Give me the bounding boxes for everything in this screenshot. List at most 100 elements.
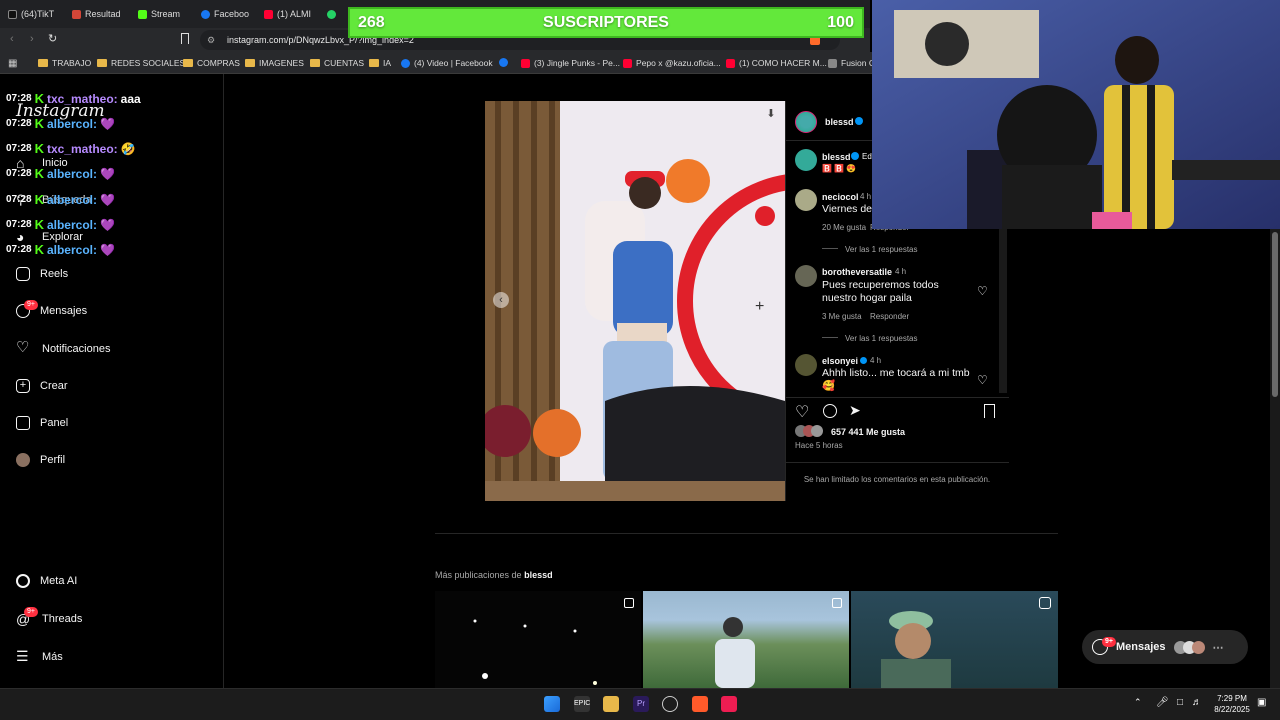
premiere-icon[interactable]: Pr: [633, 696, 649, 712]
more-post-thumb[interactable]: [851, 591, 1058, 688]
kick-badge-icon: K: [34, 217, 44, 232]
more-post-thumb[interactable]: [435, 591, 641, 688]
comment-icon[interactable]: [823, 404, 837, 418]
tab-kick[interactable]: Stream: [138, 5, 180, 23]
post-time: Hace 5 horas: [795, 441, 843, 450]
bookmark-icon[interactable]: [181, 33, 189, 44]
author-username[interactable]: blessd: [825, 117, 854, 127]
microphone-icon[interactable]: 🎤︎: [1156, 697, 1169, 708]
post-photo[interactable]: [485, 101, 785, 501]
tab-facebook[interactable]: Faceboo: [201, 5, 249, 23]
comment-username[interactable]: borotheversatile: [822, 267, 892, 277]
previous-image-button[interactable]: ‹: [493, 292, 509, 308]
comment-avatar[interactable]: [795, 149, 817, 171]
windows-start-icon[interactable]: [544, 696, 560, 712]
epic-games-icon[interactable]: EPIC: [574, 696, 590, 712]
site-settings-icon[interactable]: ⚙: [207, 35, 215, 46]
comment-time: 4 h: [860, 192, 872, 201]
nav-label: Perfil: [40, 454, 66, 466]
bookmark-link[interactable]: (4) Video | Facebook: [401, 58, 493, 68]
more-post-thumb[interactable]: [643, 591, 849, 688]
bookmark-folder[interactable]: REDES SOCIALES: [97, 58, 185, 68]
messages-pill[interactable]: Mensajes ⋯: [1082, 630, 1248, 664]
tab-youtube[interactable]: (1) ALMI: [264, 5, 311, 23]
bookmark-folder[interactable]: CUENTAS: [310, 58, 364, 68]
apps-grid-icon[interactable]: ▦: [8, 58, 17, 69]
bookmark-folder[interactable]: TRABAJO: [38, 58, 91, 68]
tab-gmail[interactable]: Resultad: [72, 5, 121, 23]
volume-icon[interactable]: ♬: [1192, 697, 1202, 708]
tab-whatsapp[interactable]: [327, 5, 340, 23]
caption-username[interactable]: blessd: [822, 152, 851, 162]
meta-ai-icon: [16, 574, 30, 588]
chat-text: 💜: [99, 192, 115, 207]
tab-label: (1) ALMI: [277, 9, 312, 19]
reels-icon: [16, 267, 30, 281]
scrollbar-thumb[interactable]: [1272, 232, 1278, 397]
tab-tiktok[interactable]: (64)TikT: [8, 5, 54, 23]
notifications-icon[interactable]: ▣: [1257, 697, 1266, 708]
nav-panel[interactable]: Panel: [16, 416, 68, 430]
bookmark-link[interactable]: (3) Jingle Punks - Pe...: [521, 58, 620, 68]
comment-avatar[interactable]: [795, 189, 817, 211]
reload-icon[interactable]: ↻: [48, 32, 57, 45]
caption-text: Ed: [862, 152, 872, 161]
reply-button[interactable]: Responder: [870, 312, 909, 321]
chat-time: 07:28: [6, 168, 32, 179]
nav-perfil[interactable]: Perfil: [16, 453, 65, 467]
kick-badge-icon: K: [34, 192, 44, 207]
network-icon[interactable]: □: [1177, 697, 1183, 708]
comment-username[interactable]: neciocol: [822, 192, 859, 202]
comment-likes[interactable]: 3 Me gusta: [822, 312, 862, 321]
file-explorer-icon[interactable]: [603, 696, 619, 712]
section-divider: [435, 533, 1058, 534]
comment-time: 4 h: [870, 356, 882, 365]
thumb-image: [881, 611, 951, 688]
comments-scrollbar[interactable]: [999, 229, 1007, 393]
steam-icon[interactable]: [662, 696, 678, 712]
chat-message: 07:28 Kalbercol: 💜: [6, 217, 115, 232]
back-icon[interactable]: ‹: [10, 33, 14, 45]
nav-mas[interactable]: ☰ Más: [16, 649, 63, 665]
tiktok-studio-icon[interactable]: [721, 696, 737, 712]
forward-icon[interactable]: ›: [30, 33, 34, 45]
view-replies[interactable]: Ver las 1 respuestas: [845, 245, 917, 254]
bookmark-link[interactable]: Pepo x @kazu.oficia...: [623, 58, 721, 68]
like-comment-icon[interactable]: ♡: [977, 284, 988, 298]
like-comment-icon[interactable]: ♡: [977, 373, 988, 387]
comment-avatar[interactable]: [795, 265, 817, 287]
download-icon[interactable]: ⬇: [764, 107, 778, 121]
comment-username[interactable]: elsonyei: [822, 356, 858, 366]
youtube-icon: [264, 9, 273, 19]
like-icon[interactable]: ♡: [795, 402, 809, 422]
likes-count[interactable]: 657 441 Me gusta: [831, 427, 905, 437]
nav-crear[interactable]: + Crear: [16, 379, 68, 393]
bookmark-label: IA: [383, 58, 392, 68]
nav-meta-ai[interactable]: Meta AI: [16, 574, 77, 588]
chat-message: 07:28 Kalbercol: 💜: [6, 242, 115, 257]
avatar: [1191, 640, 1205, 654]
share-icon[interactable]: ➤: [849, 402, 861, 419]
bookmark-link[interactable]: Fusion Cl: [828, 58, 877, 68]
bookmark-folder[interactable]: IMAGENES: [245, 58, 304, 68]
save-icon[interactable]: [984, 404, 995, 418]
comments-limited-notice: Se han limitado los comentarios en esta …: [803, 475, 991, 484]
comment-likes[interactable]: 20 Me gusta: [822, 223, 866, 232]
bookmark-folder[interactable]: COMPRAS: [183, 58, 240, 68]
bookmark-folder[interactable]: IA: [369, 58, 391, 68]
bookmark-label: (4) Video | Facebook: [414, 58, 493, 68]
brave-browser-icon[interactable]: [692, 696, 708, 712]
system-clock[interactable]: 7:29 PM 8/22/2025: [1212, 693, 1252, 715]
nav-notificaciones[interactable]: ♡ Notificaciones: [16, 340, 110, 357]
tray-chevron-icon[interactable]: ⌃: [1134, 697, 1142, 708]
nav-reels[interactable]: Reels: [16, 267, 68, 281]
likers-avatars[interactable]: [795, 425, 823, 437]
divider: [822, 248, 838, 249]
bookmark-link[interactable]: [499, 58, 508, 67]
author-avatar[interactable]: [795, 111, 817, 133]
comment-avatar[interactable]: [795, 354, 817, 376]
more-posts-user[interactable]: blessd: [524, 570, 553, 580]
chat-time: 07:28: [6, 194, 32, 205]
view-replies[interactable]: Ver las 1 respuestas: [845, 334, 917, 343]
bookmark-link[interactable]: (1) COMO HACER M...: [726, 58, 827, 68]
